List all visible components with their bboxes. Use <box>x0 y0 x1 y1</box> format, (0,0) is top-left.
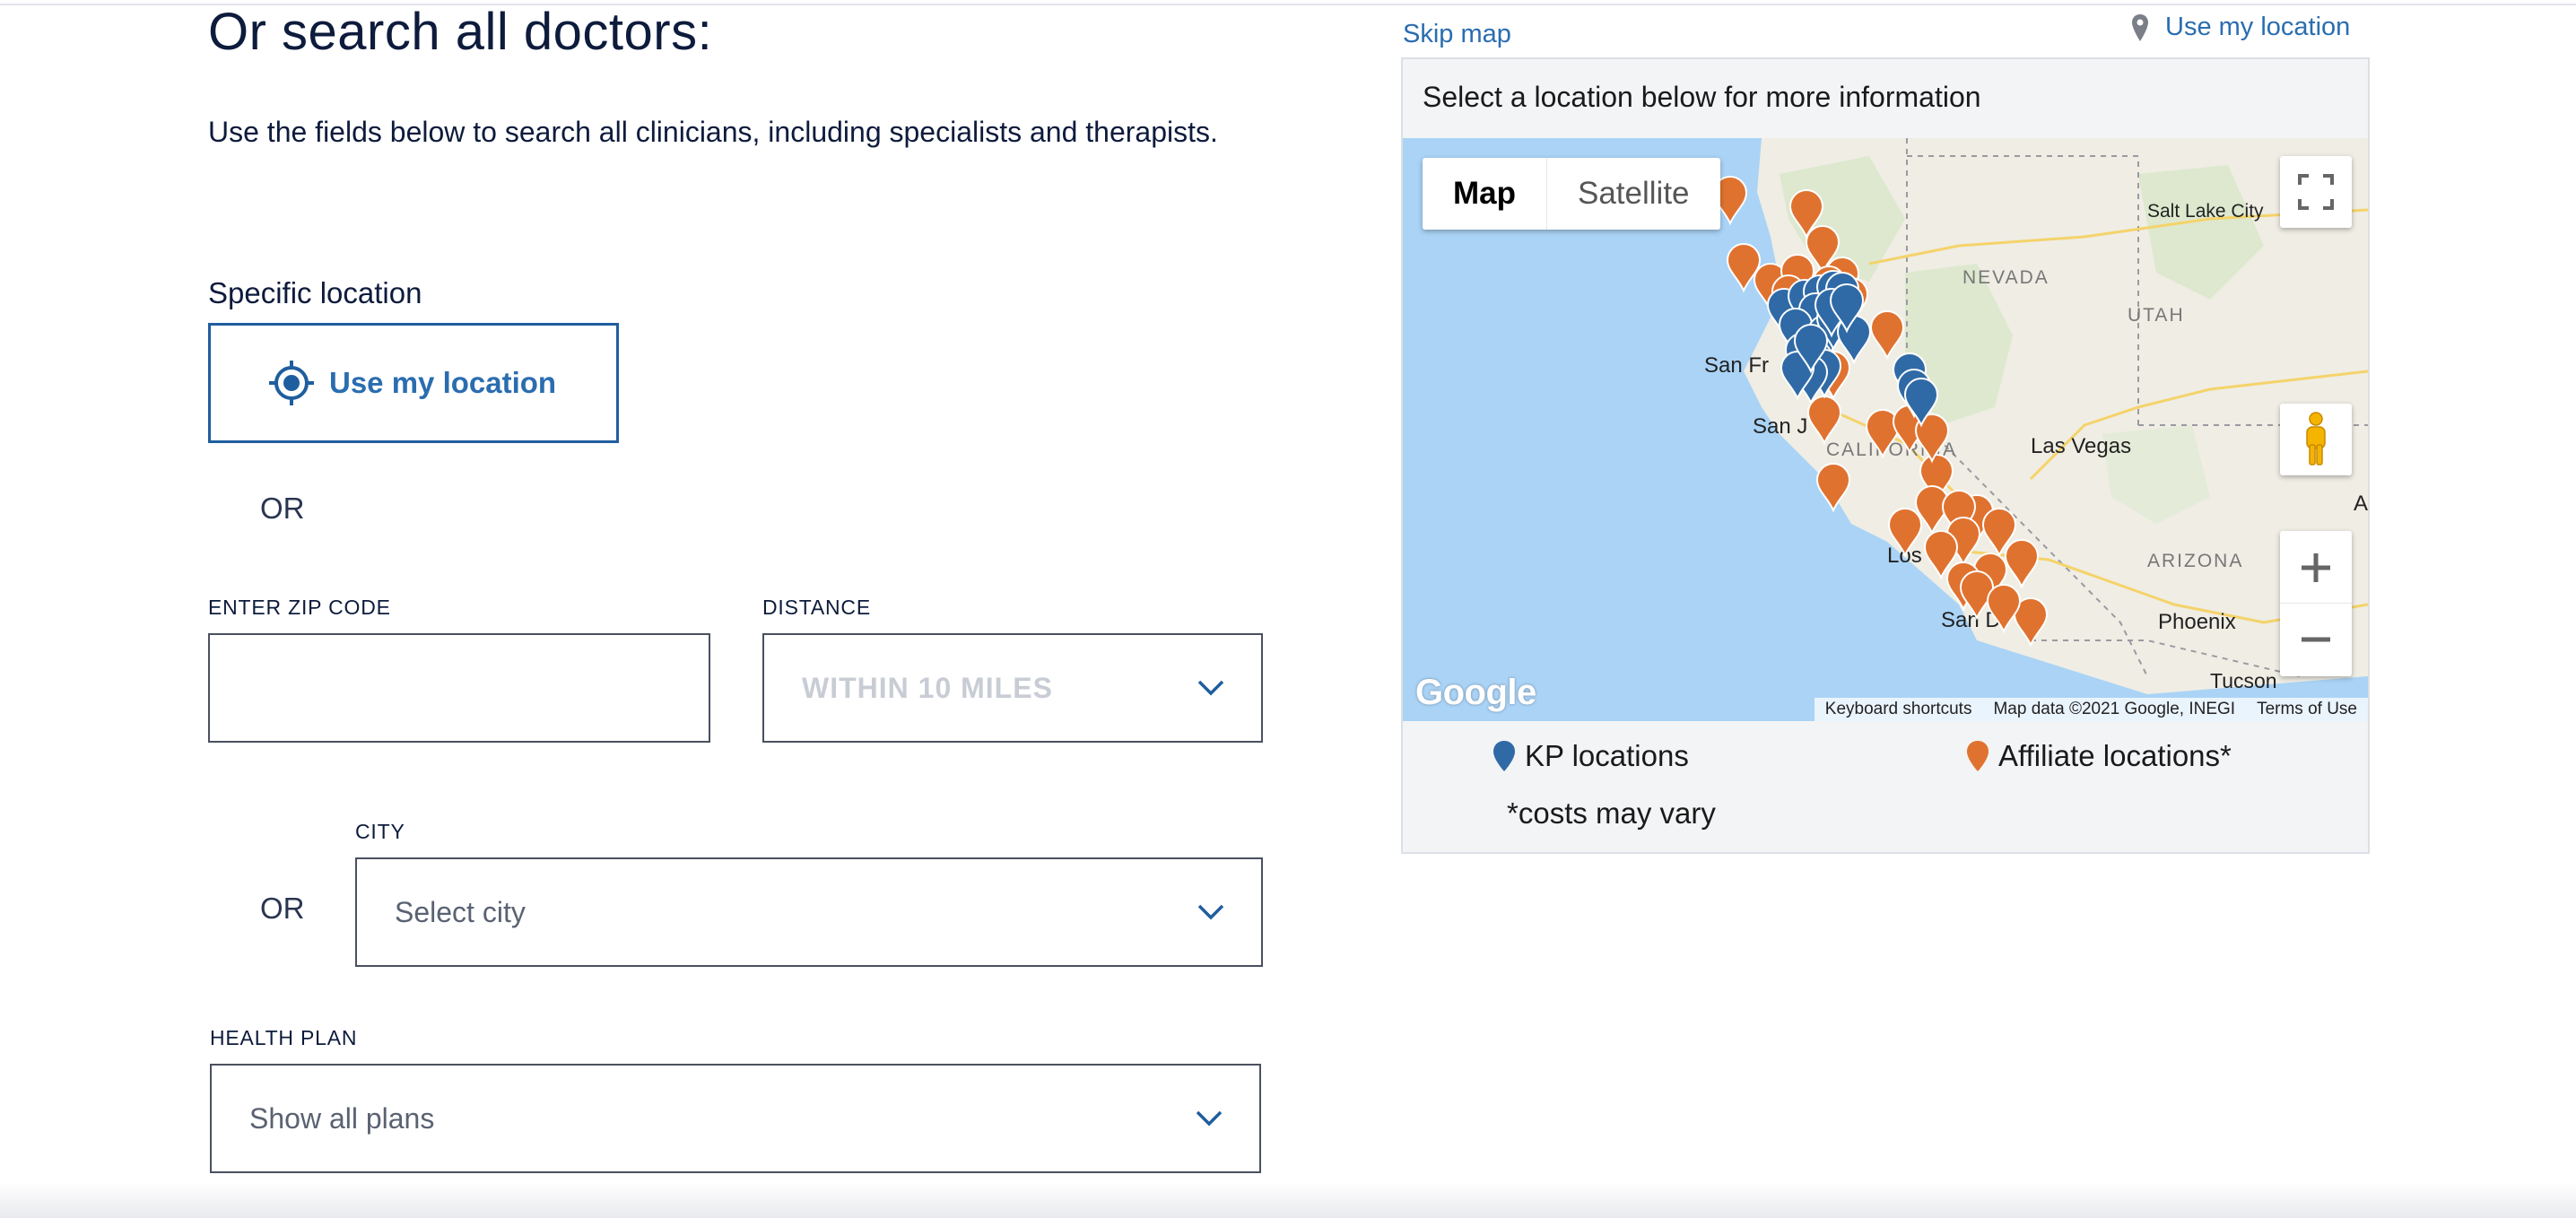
terms-of-use-link[interactable]: Terms of Use <box>2246 700 2368 719</box>
affiliate-location-marker[interactable] <box>1869 310 1905 361</box>
costs-note: *costs may vary <box>1507 796 1716 830</box>
affiliate-location-marker[interactable] <box>1986 584 2022 634</box>
map-heading: Select a location below for more informa… <box>1423 81 1981 113</box>
health-plan-value: Show all plans <box>249 1101 435 1135</box>
zoom-out-button[interactable] <box>2280 604 2352 675</box>
fullscreen-icon <box>2298 174 2334 210</box>
health-plan-select[interactable]: Show all plans <box>210 1064 1261 1173</box>
map-type-satellite-button[interactable]: Satellite <box>1547 158 1720 230</box>
legend-affiliate: Affiliate locations* <box>1966 739 2232 773</box>
plus-icon <box>2302 552 2330 582</box>
specific-location-label: Specific location <box>208 276 422 309</box>
affiliate-location-marker[interactable] <box>1887 508 1923 558</box>
zoom-control[interactable] <box>2280 531 2352 676</box>
health-plan-label: HEALTH PLAN <box>210 1026 358 1049</box>
or-separator: OR <box>260 892 305 925</box>
legend-kp: KP locations <box>1493 739 1689 773</box>
pegman-icon <box>2306 412 2326 465</box>
street-view-pegman-button[interactable] <box>2280 404 2352 475</box>
crosshair-location-icon <box>269 361 314 405</box>
chevron-down-icon <box>1197 904 1224 920</box>
map-type-control[interactable]: Map Satellite <box>1423 158 1720 230</box>
map-pin-icon <box>2132 13 2148 41</box>
map-card: Select a location below for more informa… <box>1401 57 2370 854</box>
affiliate-location-marker[interactable] <box>1815 463 1851 513</box>
minus-icon <box>2302 637 2330 642</box>
zip-code-field[interactable] <box>208 633 710 743</box>
map-use-my-location-label: Use my location <box>2165 13 2351 41</box>
legend-kp-label: KP locations <box>1525 739 1689 772</box>
skip-map-link[interactable]: Skip map <box>1403 20 1511 49</box>
map[interactable]: NEVADA UTAH CALIFORNIA ARIZONA Salt Lake… <box>1403 138 2368 721</box>
chevron-down-icon <box>1196 1110 1223 1127</box>
map-type-map-button[interactable]: Map <box>1423 158 1547 230</box>
map-attribution: Keyboard shortcuts Map data ©2021 Google… <box>1814 698 2368 721</box>
fullscreen-button[interactable] <box>2280 156 2352 228</box>
use-my-location-button[interactable]: Use my location <box>208 323 619 443</box>
distance-value: WITHIN 10 MILES <box>802 671 1053 704</box>
zip-code-input[interactable] <box>210 635 709 741</box>
affiliate-marker-icon <box>1967 741 1989 771</box>
page-title: Or search all doctors: <box>208 3 713 61</box>
city-value: Select city <box>395 895 526 928</box>
distance-select[interactable]: WITHIN 10 MILES <box>762 633 1263 743</box>
map-data-credit: Map data ©2021 Google, INEGI <box>1993 700 2236 718</box>
zip-code-label: ENTER ZIP CODE <box>208 596 391 619</box>
bottom-shade <box>0 1182 2576 1218</box>
city-select[interactable]: Select city <box>355 857 1263 967</box>
use-my-location-label: Use my location <box>329 366 557 399</box>
kp-marker-icon <box>1493 741 1515 771</box>
or-separator: OR <box>260 492 305 525</box>
distance-label: DISTANCE <box>762 596 871 619</box>
keyboard-shortcuts-link[interactable]: Keyboard shortcuts <box>1815 700 1983 719</box>
google-logo: Google <box>1415 673 1536 712</box>
map-use-my-location-link[interactable]: Use my location <box>2131 13 2350 42</box>
city-label: CITY <box>355 820 405 843</box>
intro-text: Use the fields below to search all clini… <box>208 116 1218 148</box>
affiliate-location-marker[interactable] <box>1806 396 1842 446</box>
legend-affiliate-label: Affiliate locations* <box>1998 739 2232 772</box>
chevron-down-icon <box>1197 680 1224 696</box>
affiliate-location-marker[interactable] <box>2004 539 2040 589</box>
zoom-in-button[interactable] <box>2280 532 2352 604</box>
